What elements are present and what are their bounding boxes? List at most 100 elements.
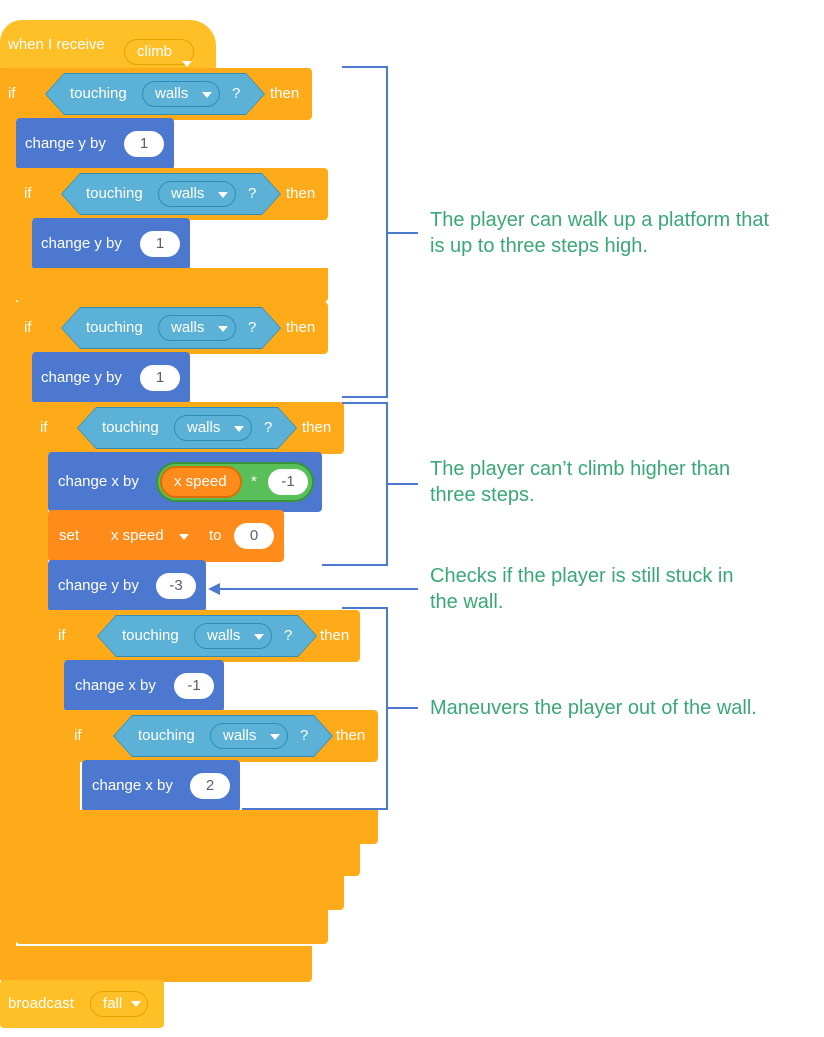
then-label: then <box>286 319 316 336</box>
number-input[interactable]: 1 <box>124 131 164 157</box>
then-label: then <box>286 185 316 202</box>
touching-label: touching <box>86 185 143 202</box>
annotation-2: The player can’t climb higher than three… <box>430 456 730 508</box>
c-block-if5-bottom <box>48 844 360 876</box>
annotation-2-line-2: three steps. <box>430 484 535 506</box>
then-label: then <box>320 627 350 644</box>
arrow-head-icon <box>208 583 220 595</box>
change-x-block-2[interactable]: change x by -1 <box>64 660 224 712</box>
question-mark: ? <box>248 185 257 202</box>
annotation-1-line-2: is up to three steps high. <box>430 235 648 257</box>
annotation-3-line-1: Checks if the player is still stuck in <box>430 565 734 587</box>
number-input[interactable]: 1 <box>140 365 180 391</box>
chevron-down-icon <box>254 634 264 640</box>
number-input[interactable]: 0 <box>234 523 274 549</box>
chevron-down-icon <box>182 61 192 67</box>
if-block-6[interactable]: if touching walls ? then <box>64 710 378 762</box>
broadcast-label: broadcast <box>8 995 74 1012</box>
broadcast-block[interactable]: broadcast fall <box>0 980 164 1028</box>
multiply-sign: * <box>251 473 257 490</box>
if-label: if <box>40 419 48 436</box>
question-mark: ? <box>300 727 309 744</box>
change-y-block-3[interactable]: change y by 1 <box>32 352 190 404</box>
number-input[interactable]: -1 <box>268 469 308 495</box>
diagram-root: { "hat": { "label": "when I receive", "m… <box>0 0 824 1037</box>
number-input[interactable]: -3 <box>156 573 196 599</box>
annotation-2-line-1: The player can’t climb higher than <box>430 458 731 480</box>
then-label: then <box>270 85 300 102</box>
question-mark: ? <box>232 85 241 102</box>
touching-condition[interactable]: touching walls ? <box>62 308 280 348</box>
chevron-down-icon <box>179 534 189 540</box>
set-label: set <box>59 527 80 544</box>
change-y-label: change y by <box>41 369 122 386</box>
change-x-label: change x by <box>58 473 139 490</box>
hat-block-when-i-receive[interactable]: when I receive climb <box>0 20 216 70</box>
bracket-1 <box>342 66 388 398</box>
annotation-1-line-1: The player can walk up a platform that <box>430 209 770 231</box>
set-variable-block[interactable]: set x speed to 0 <box>48 510 284 562</box>
change-y-label: change y by <box>41 235 122 252</box>
touching-condition[interactable]: touching walls ? <box>46 74 264 114</box>
then-label: then <box>302 419 332 436</box>
number-input[interactable]: -1 <box>174 673 214 699</box>
c-block-if2-bottom <box>16 268 328 302</box>
change-y-block-1[interactable]: change y by 1 <box>16 118 174 170</box>
annotation-3: Checks if the player is still stuck in t… <box>430 563 733 615</box>
if-label: if <box>24 185 32 202</box>
if-label: if <box>74 727 82 744</box>
touching-condition[interactable]: touching walls ? <box>62 174 280 214</box>
annotation-4-line-1: Maneuvers the player out of the wall. <box>430 697 757 719</box>
change-y-block-4[interactable]: change y by -3 <box>48 560 206 612</box>
chevron-down-icon <box>218 326 228 332</box>
then-label: then <box>336 727 366 744</box>
chevron-down-icon <box>202 92 212 98</box>
chevron-down-icon <box>270 734 280 740</box>
c-block-if1-spine <box>0 68 16 980</box>
question-mark: ? <box>264 419 273 436</box>
chevron-down-icon <box>131 1001 141 1007</box>
annotation-3-line-2: the wall. <box>430 591 504 613</box>
annotation-4: Maneuvers the player out of the wall. <box>430 695 757 721</box>
change-y-label: change y by <box>58 577 139 594</box>
touching-label: touching <box>102 419 159 436</box>
number-input[interactable]: 1 <box>140 231 180 257</box>
c-block-if4-bottom-bar <box>32 876 344 910</box>
hat-label: when I receive <box>8 36 105 53</box>
change-y-block-2[interactable]: change y by 1 <box>32 218 190 270</box>
chevron-down-icon <box>218 192 228 198</box>
chevron-down-icon <box>234 426 244 432</box>
if-block-3[interactable]: if touching walls ? then <box>16 302 328 354</box>
touching-label: touching <box>122 627 179 644</box>
if-block-4[interactable]: if touching walls ? then <box>32 402 344 454</box>
annotation-1: The player can walk up a platform that i… <box>430 207 769 259</box>
change-x-block-1[interactable]: change x by x speed * -1 <box>48 452 322 512</box>
change-x-label: change x by <box>92 777 173 794</box>
touching-label: touching <box>86 319 143 336</box>
change-x-block-3[interactable]: change x by 2 <box>82 760 240 812</box>
touching-label: touching <box>138 727 195 744</box>
if-block-5[interactable]: if touching walls ? then <box>48 610 360 662</box>
if-label: if <box>8 85 16 102</box>
change-y-label: change y by <box>25 135 106 152</box>
question-mark: ? <box>284 627 293 644</box>
change-x-label: change x by <box>75 677 156 694</box>
touching-condition[interactable]: touching walls ? <box>98 616 316 656</box>
c-block-if4-bottom <box>32 560 48 570</box>
question-mark: ? <box>248 319 257 336</box>
touching-condition[interactable]: touching walls ? <box>78 408 296 448</box>
if-block-2[interactable]: if touching walls ? then <box>16 168 328 220</box>
c-block-if3-bottom <box>16 910 328 944</box>
number-input[interactable]: 2 <box>190 773 230 799</box>
if-label: if <box>58 627 66 644</box>
c-block-if1-bottom <box>0 946 312 982</box>
to-label: to <box>209 527 222 544</box>
touching-condition[interactable]: touching walls ? <box>114 716 332 756</box>
if-block-1[interactable]: if touching walls ? then <box>0 68 312 120</box>
c-block-if4-spine <box>32 402 48 910</box>
if-label: if <box>24 319 32 336</box>
x-speed-variable[interactable]: x speed <box>160 466 242 498</box>
multiply-operator[interactable]: x speed * -1 <box>156 462 314 502</box>
c-block-if3-spine <box>16 302 32 942</box>
touching-label: touching <box>70 85 127 102</box>
